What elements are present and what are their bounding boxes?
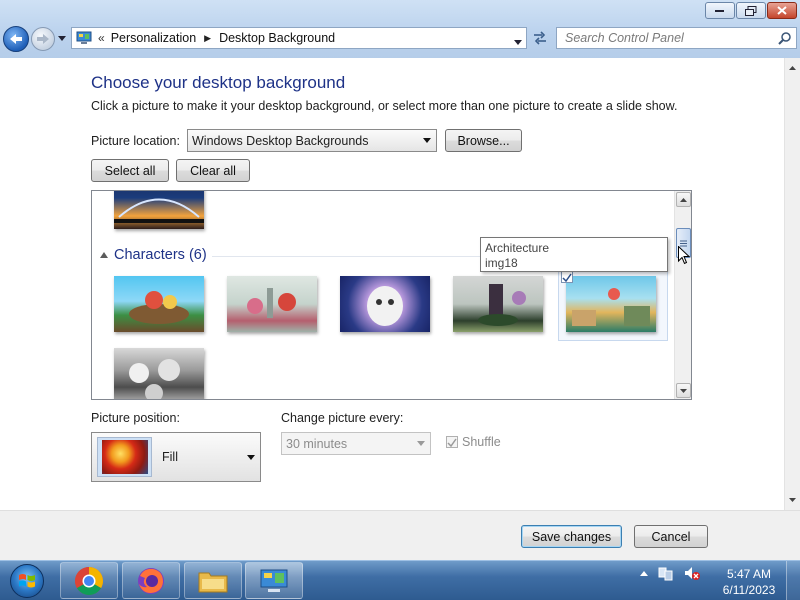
arrow-left-icon [10,34,22,44]
back-button[interactable] [3,26,29,52]
save-changes-button[interactable]: Save changes [521,525,622,548]
picture-location-select[interactable]: Windows Desktop Backgrounds [187,129,437,152]
search-icon[interactable] [778,31,792,45]
tooltip-line-2: img18 [485,256,518,270]
clock-date: 6/11/2023 [722,583,776,597]
minimize-button[interactable] [705,2,735,19]
shuffle-label: Shuffle [462,435,501,449]
window-scrollbar[interactable] [784,58,800,510]
show-hidden-icons-icon[interactable] [640,570,648,576]
chevron-down-icon [789,498,796,502]
thumbnail-characters-6[interactable] [114,348,204,399]
control-panel-icon [260,569,288,592]
page-title: Choose your desktop background [91,73,346,92]
select-all-button[interactable]: Select all [91,159,169,182]
chevron-down-icon [247,455,255,460]
section-header-characters[interactable]: Characters (6) [100,247,207,263]
taskbar-chrome-button[interactable] [60,562,118,599]
chevron-up-icon [680,197,687,202]
picture-list-scrollbar[interactable] [674,191,691,399]
thumbnail-characters-3[interactable] [340,276,430,332]
chevron-down-icon [423,138,431,143]
show-desktop-button[interactable] [786,561,800,600]
search-input[interactable]: Search Control Panel [556,27,797,49]
checkmark-icon [562,273,572,282]
window-scroll-down-button[interactable] [785,492,800,508]
collapse-triangle-icon[interactable] [100,252,108,258]
thumbnail-characters-2[interactable] [227,276,317,332]
folder-icon [198,572,228,592]
refresh-icon [534,31,546,45]
chrome-icon [75,566,103,595]
thumbnail-characters-1[interactable] [114,276,204,332]
forward-button[interactable] [31,27,55,51]
arrow-right-icon [37,34,49,44]
refresh-button[interactable] [529,27,551,49]
browse-button[interactable]: Browse... [445,129,522,152]
window-scroll-up-button[interactable] [785,60,800,76]
picture-position-label: Picture position: [91,411,180,425]
breadcrumb-arrow-icon[interactable]: ▶ [204,33,211,44]
position-preview-image [97,437,152,477]
system-tray [640,565,700,581]
thumbnail-characters-5[interactable] [566,276,656,332]
breadcrumb-overflow[interactable]: « [98,31,105,45]
section-title: Characters (6) [114,247,207,263]
thumbnail-previous-section[interactable] [114,191,204,229]
firefox-icon [138,567,164,594]
maximize-button[interactable] [736,2,766,19]
taskbar-firefox-button[interactable] [122,562,180,599]
dialog-footer: Save changes Cancel [0,510,800,560]
chevron-up-icon [789,66,796,70]
window-controls [705,2,797,19]
taskbar-explorer-button[interactable] [184,562,242,599]
section-divider [212,256,482,257]
picture-list[interactable]: Characters (6) [91,190,692,400]
picture-location-value: Windows Desktop Backgrounds [192,133,369,148]
search-placeholder: Search Control Panel [565,31,684,45]
clock-time: 5:47 AM [726,567,772,581]
address-dropdown-button[interactable] [514,34,522,48]
picture-position-value: Fill [162,450,178,464]
mouse-cursor-icon [678,246,690,265]
taskbar-control-panel-button[interactable] [245,562,303,599]
change-picture-value: 30 minutes [286,436,348,451]
clear-all-button[interactable]: Clear all [176,159,250,182]
close-button[interactable] [767,2,797,19]
network-icon[interactable] [658,565,674,581]
content-area: Choose your desktop background Click a p… [0,58,784,510]
change-picture-interval-select[interactable]: 30 minutes [281,432,431,455]
page-description: Click a picture to make it your desktop … [91,99,678,113]
tooltip: Architecture img18 [480,237,668,272]
picture-position-select[interactable]: Fill [91,432,261,482]
tooltip-line-1: Architecture [485,241,550,255]
shuffle-checkbox-box[interactable] [446,436,458,448]
shuffle-checkbox[interactable]: Shuffle [446,435,501,449]
scroll-down-button[interactable] [676,383,691,398]
recent-pages-dropdown[interactable] [57,33,67,43]
chevron-down-icon [58,35,66,41]
windows-logo-icon [10,564,44,598]
breadcrumb-personalization[interactable]: Personalization [111,31,196,45]
checkmark-icon [447,438,457,447]
cancel-button[interactable]: Cancel [634,525,708,548]
chevron-down-icon [417,441,425,446]
scroll-up-button[interactable] [676,192,691,207]
control-panel-icon [76,31,92,44]
breadcrumb-desktop-background[interactable]: Desktop Background [219,31,335,45]
change-picture-label: Change picture every: [281,411,404,425]
thumbnail-checkbox[interactable] [561,271,573,283]
start-button[interactable] [4,563,50,599]
chevron-down-icon [514,40,522,45]
window-titlebar: « Personalization ▶ Desktop Background S… [0,0,800,58]
thumbnail-characters-4[interactable] [453,276,543,332]
address-bar[interactable]: « Personalization ▶ Desktop Background [71,27,527,49]
taskbar: 5:47 AM 6/11/2023 [0,560,800,600]
picture-location-label: Picture location: [91,134,180,148]
chevron-down-icon [680,388,687,393]
volume-muted-icon[interactable] [684,565,700,581]
taskbar-clock[interactable]: 5:47 AM 6/11/2023 [718,566,780,598]
